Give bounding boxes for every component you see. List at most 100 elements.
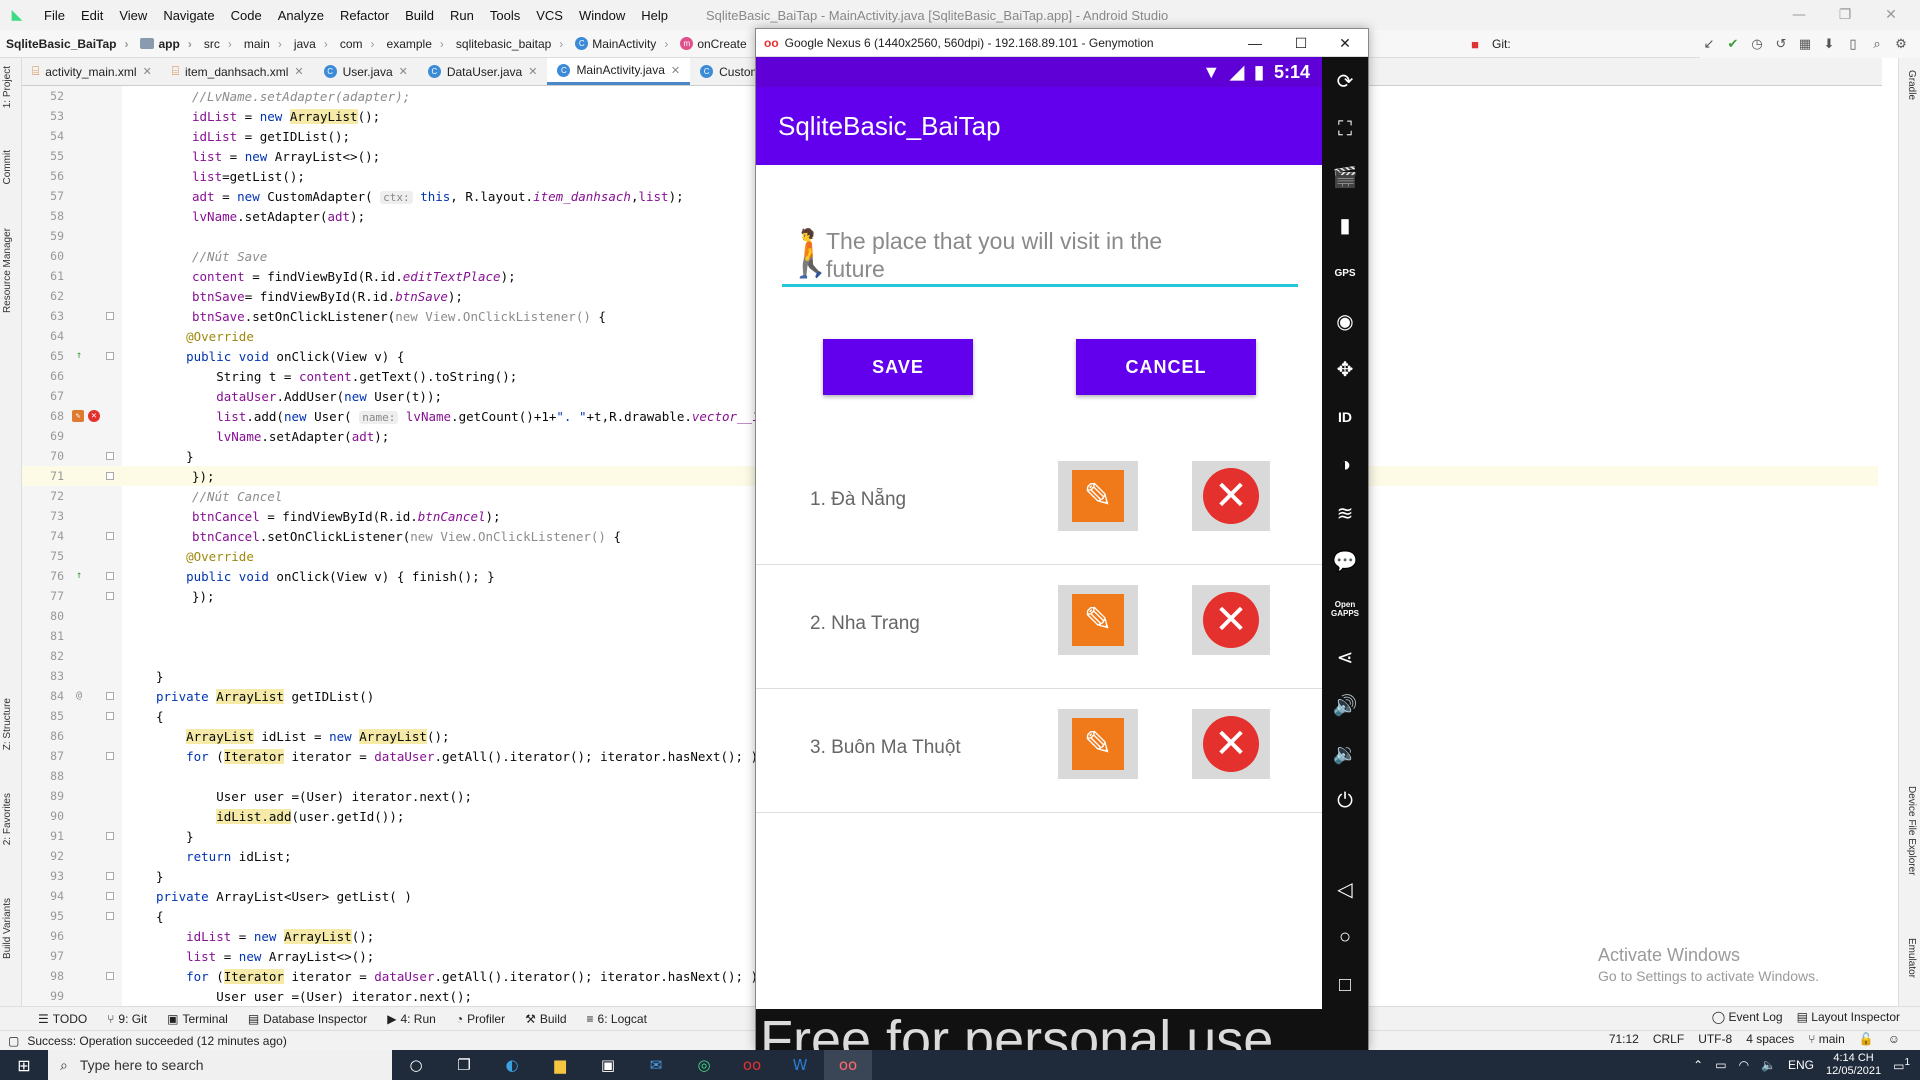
line-number[interactable]: 82 [22,649,70,663]
line-number[interactable]: 88 [22,769,70,783]
code-text[interactable]: idList.add(user.getId()); [120,808,404,824]
line-number[interactable]: 80 [22,609,70,623]
genymotion-taskbar-icon[interactable]: oo [728,1050,776,1080]
close-tab-icon[interactable]: ✕ [671,64,680,77]
sdk-manager-icon[interactable]: ⬇ [1820,35,1838,53]
delete-button[interactable]: ✕ [1192,461,1270,531]
menu-code[interactable]: Code [223,8,270,23]
line-number[interactable]: 59 [22,229,70,243]
menu-edit[interactable]: Edit [73,8,111,23]
edit-button[interactable]: ✎ [1058,709,1138,779]
caret-position[interactable]: 71:12 [1609,1032,1639,1046]
fold-icon[interactable] [106,972,114,980]
network-tray-icon[interactable]: ▭ [1715,1058,1726,1072]
language-indicator[interactable]: ENG [1788,1058,1814,1072]
save-button[interactable]: SAVE [823,339,973,395]
wifi-tray-icon[interactable]: ◠ [1739,1058,1749,1072]
line-number[interactable]: 84 [22,689,70,703]
menu-build[interactable]: Build [397,8,442,23]
line-number[interactable]: 69 [22,429,70,443]
tab-item-danhsach[interactable]: ⌸ item_danhsach.xml ✕ [162,58,314,85]
code-text[interactable]: User user =(User) iterator.next(); [120,789,472,804]
tab-datauser-java[interactable]: C DataUser.java ✕ [418,58,548,85]
stop-icon[interactable]: ■ [1466,35,1484,53]
opengapps-icon[interactable]: Open GAPPS [1322,585,1368,633]
code-text[interactable]: { [120,709,164,724]
line-number[interactable]: 54 [22,129,70,143]
fold-icon[interactable] [106,892,114,900]
edit-button[interactable]: ✎ [1058,585,1138,655]
code-text[interactable]: btnCancel.setOnClickListener(new View.On… [120,529,621,544]
git-fetch-icon[interactable]: ↙ [1700,35,1718,53]
share-icon[interactable]: ⋖ [1322,633,1368,681]
code-text[interactable]: } [120,829,194,844]
menu-file[interactable]: File [36,8,73,23]
fold-icon[interactable] [106,352,114,360]
tab-activity-main[interactable]: ⌸ activity_main.xml ✕ [22,58,162,85]
code-text[interactable]: lvName.setAdapter(adt); [120,209,365,224]
fold-icon[interactable] [106,312,114,320]
move-icon[interactable]: ✥ [1322,345,1368,393]
code-text[interactable]: list = new ArrayList<>(); [120,149,380,164]
code-text[interactable]: }); [120,589,215,604]
file-explorer-icon[interactable]: ▆ [536,1050,584,1080]
volume-tray-icon[interactable]: 🔈 [1761,1058,1776,1072]
line-number[interactable]: 92 [22,849,70,863]
list-item[interactable]: 3. Buôn Ma Thuột ✎ ✕ [756,689,1324,813]
line-number[interactable]: 87 [22,749,70,763]
edit-button[interactable]: ✎ [1058,461,1138,531]
device-file-explorer-tool-tab[interactable]: Device File Explorer [1906,786,1917,875]
line-number[interactable]: 83 [22,669,70,683]
terminal-tool[interactable]: ▣ Terminal [157,1012,238,1026]
line-number[interactable]: 67 [22,389,70,403]
menu-view[interactable]: View [111,8,155,23]
fold-icon[interactable] [106,592,114,600]
database-inspector-tool[interactable]: ▤ Database Inspector [238,1012,377,1026]
tray-chevron-icon[interactable]: ⌃ [1693,1058,1703,1072]
error-icon[interactable]: ✕ [88,410,100,422]
place-field[interactable]: 🚶 The place that you will visit in the f… [782,223,1298,287]
line-number[interactable]: 70 [22,449,70,463]
capture-icon[interactable]: 🎬 [1322,153,1368,201]
line-number[interactable]: 63 [22,309,70,323]
minimize-icon[interactable]: — [1232,29,1278,57]
menu-analyze[interactable]: Analyze [270,8,332,23]
line-number[interactable]: 93 [22,869,70,883]
project-tool-tab[interactable]: 1: Project [2,66,13,108]
tab-user-java[interactable]: C User.java ✕ [314,58,418,85]
fold-icon[interactable] [106,692,114,700]
pixel-perfect-icon[interactable]: ⛶ [1322,105,1368,153]
code-text[interactable]: } [120,449,194,464]
close-icon[interactable]: ✕ [1322,29,1368,57]
clock[interactable]: 4:14 CH 12/05/2021 [1826,1052,1881,1078]
code-text[interactable]: list = new ArrayList<>(); [120,949,374,964]
favorites-tool-tab[interactable]: 2: Favorites [2,793,13,845]
code-text[interactable]: //Nút Save [120,249,267,264]
smiley-icon[interactable]: ☺ [1888,1032,1900,1046]
code-text[interactable]: } [120,869,164,884]
line-number[interactable]: 55 [22,149,70,163]
store-icon[interactable]: ▣ [584,1050,632,1080]
code-text[interactable]: private ArrayList<User> getList( ) [120,889,412,904]
line-number[interactable]: 57 [22,189,70,203]
line-number[interactable]: 61 [22,269,70,283]
list-item[interactable]: 1. Đà Nẵng ✎ ✕ [756,441,1324,565]
minimize-icon[interactable]: — [1776,0,1822,30]
annotation-icon[interactable]: @ [76,690,82,701]
close-icon[interactable]: ✕ [1868,0,1914,30]
breadcrumb-main[interactable]: main › [238,37,288,51]
history-icon[interactable]: ◷ [1748,35,1766,53]
menu-tools[interactable]: Tools [482,8,528,23]
place-input[interactable]: The place that you will visit in the fut… [826,223,1166,283]
override-icon[interactable]: ↑ [76,350,82,361]
line-number[interactable]: 95 [22,909,70,923]
line-number[interactable]: 72 [22,489,70,503]
volume-up-icon[interactable]: 🔊 [1322,681,1368,729]
git-tool[interactable]: ⑂ 9: Git [97,1012,157,1026]
line-number[interactable]: 75 [22,549,70,563]
code-text[interactable]: idList = new ArrayList(); [120,928,374,944]
override-icon[interactable]: ↑ [76,570,82,581]
line-number[interactable]: 85 [22,709,70,723]
line-number[interactable]: 74 [22,529,70,543]
code-text[interactable]: btnCancel = findViewById(R.id.btnCancel)… [120,509,501,524]
